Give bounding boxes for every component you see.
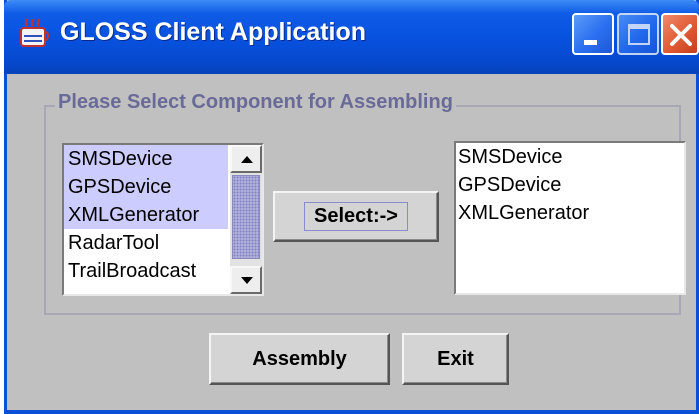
available-components-list[interactable]: SMSDevice GPSDevice XMLGenerator RadarTo… <box>62 143 264 296</box>
minimize-button[interactable] <box>572 13 614 55</box>
close-button[interactable] <box>661 13 699 55</box>
select-button[interactable]: Select:-> <box>273 191 439 242</box>
list-item[interactable]: GPSDevice <box>456 171 684 199</box>
scroll-up-button[interactable] <box>230 145 262 173</box>
list-item[interactable]: XMLGenerator <box>64 201 228 229</box>
select-button-label: Select:-> <box>304 202 408 231</box>
arrow-down-icon <box>241 277 253 284</box>
list-item[interactable]: RadarTool <box>64 229 228 257</box>
list-scrollbar[interactable] <box>230 145 262 294</box>
minimize-icon <box>584 40 597 45</box>
list-item[interactable]: SMSDevice <box>456 143 684 171</box>
list-item[interactable]: SMSDevice <box>64 145 228 173</box>
window-title: GLOSS Client Application <box>60 18 367 46</box>
java-cup-icon <box>18 16 50 50</box>
list-item[interactable]: GPSDevice <box>64 173 228 201</box>
scroll-down-button[interactable] <box>230 266 262 294</box>
close-icon <box>670 24 692 46</box>
title-bar[interactable]: GLOSS Client Application <box>4 0 699 74</box>
maximize-button[interactable] <box>617 13 659 55</box>
exit-button[interactable]: Exit <box>402 333 509 385</box>
assembly-button[interactable]: Assembly <box>209 333 390 385</box>
groupbox-legend: Please Select Component for Assembling <box>55 91 456 114</box>
maximize-icon <box>628 24 650 45</box>
list-item[interactable]: XMLGenerator <box>456 199 684 227</box>
list-item[interactable]: TrailBroadcast <box>64 257 228 285</box>
scroll-thumb[interactable] <box>232 175 260 259</box>
arrow-up-icon <box>241 156 253 163</box>
selected-components-list[interactable]: SMSDevice GPSDevice XMLGenerator <box>454 141 686 295</box>
